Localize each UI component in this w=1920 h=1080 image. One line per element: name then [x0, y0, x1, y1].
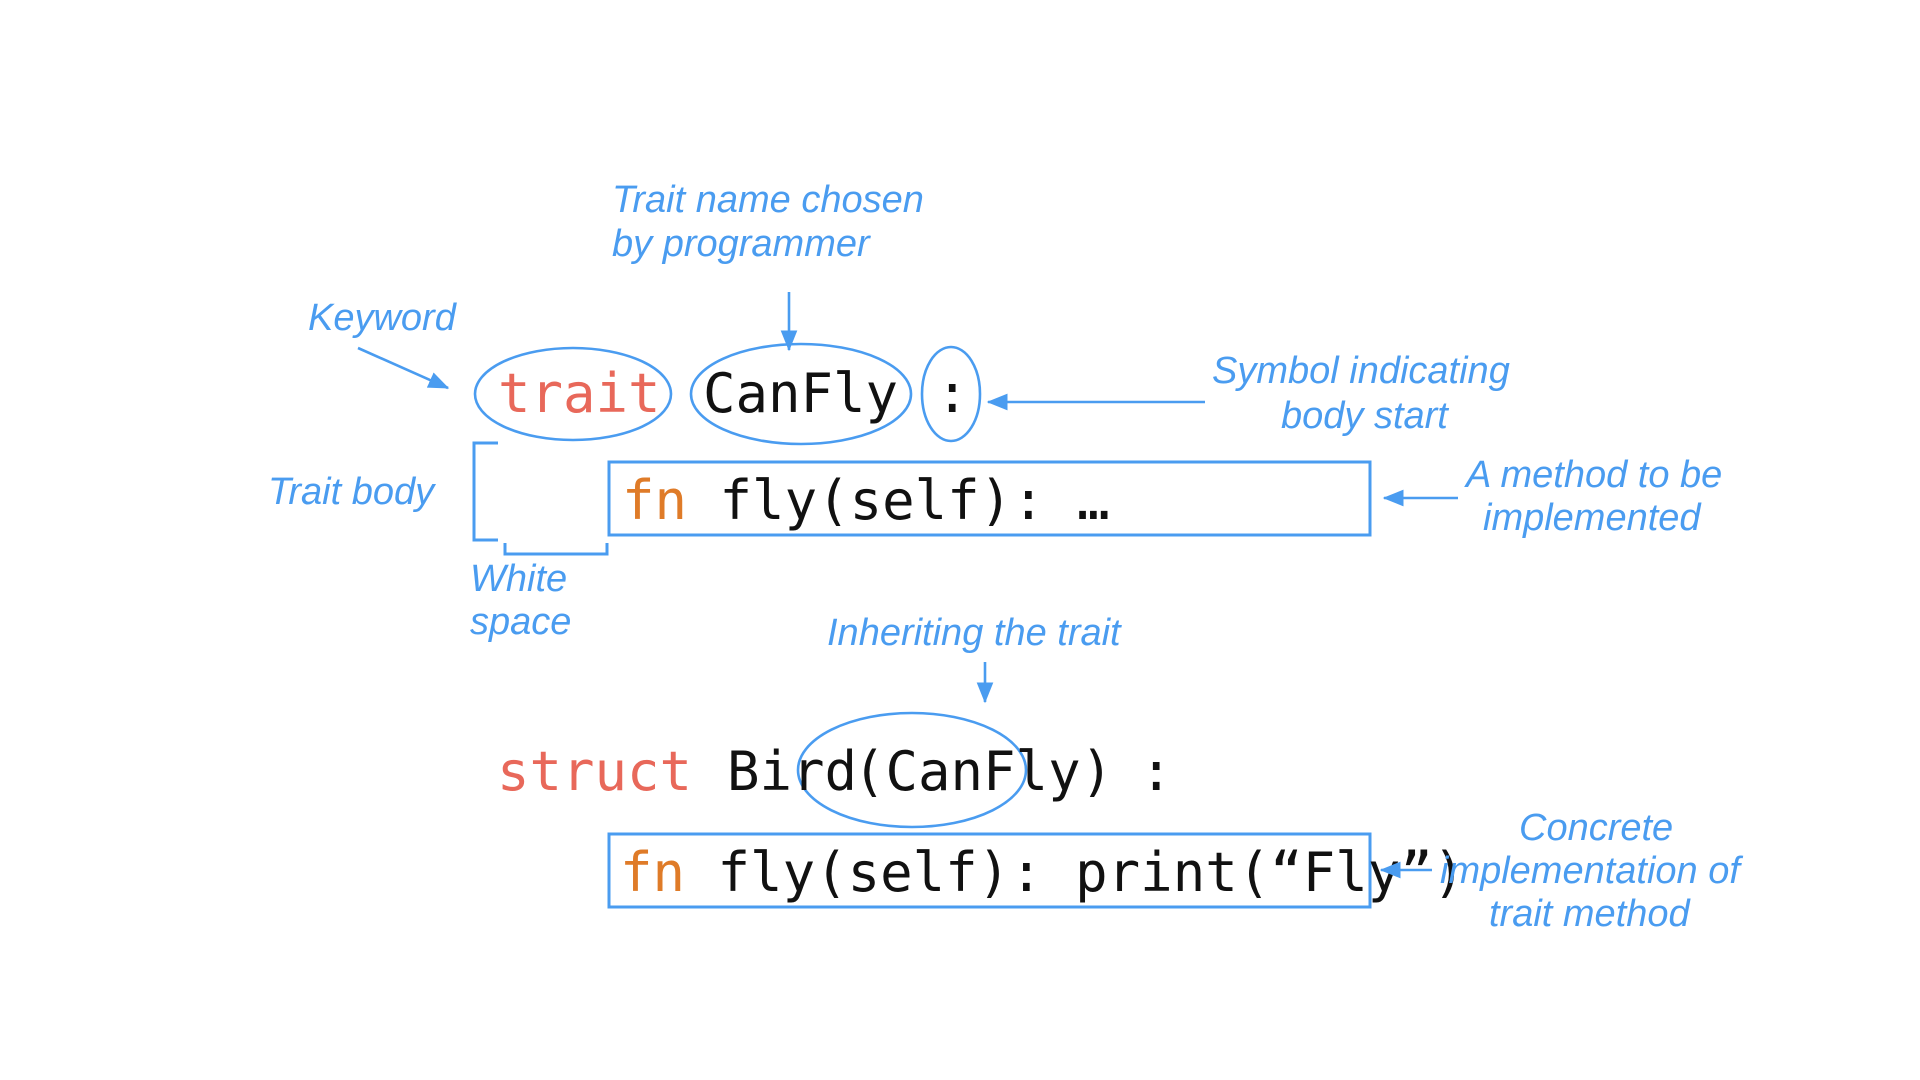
trait-body-bracket	[472, 441, 498, 542]
annotation-concrete-line1: Concrete	[1519, 807, 1673, 849]
diagram-canvas: Keyword Trait name chosen by programmer …	[0, 0, 1920, 1080]
annotation-method-line1: A method to be	[1464, 454, 1722, 496]
annotation-keyword: Keyword	[308, 297, 458, 339]
annotation-inheriting: Inheriting the trait	[827, 612, 1122, 654]
code-struct-method: fn fly(self): print(“Fly”)	[620, 841, 1465, 904]
annotation-concrete-line3: trait method	[1489, 893, 1692, 935]
white-space-bracket	[503, 543, 609, 556]
code-struct-method-rest: fly(self): print(“Fly”)	[685, 841, 1465, 904]
annotation-trait-name-line2: by programmer	[612, 223, 871, 265]
code-trait-colon: :	[936, 362, 969, 425]
code-struct-name: Bird	[727, 740, 857, 803]
code-struct-parens: (CanFly)	[853, 740, 1113, 803]
annotation-white-space-line1: White	[470, 558, 567, 600]
code-trait-method: fn fly(self): …	[622, 469, 1110, 532]
code-struct-keyword: struct	[497, 740, 692, 803]
annotation-trait-body: Trait body	[268, 471, 436, 513]
code-struct-fn-keyword: fn	[620, 841, 685, 904]
code-trait-fn-keyword: fn	[622, 469, 687, 532]
annotation-method-line2: implemented	[1483, 497, 1702, 539]
annotation-white-space-line2: space	[470, 601, 571, 643]
code-trait-keyword: trait	[498, 362, 661, 425]
code-trait-name: CanFly	[703, 362, 898, 425]
code-trait-method-rest: fly(self): …	[687, 469, 1110, 532]
keyword-arrow	[357, 346, 450, 390]
annotation-symbol-line2: body start	[1281, 395, 1449, 437]
annotation-symbol-line1: Symbol indicating	[1212, 350, 1510, 392]
code-struct-colon: :	[1140, 740, 1173, 803]
annotation-trait-name-line1: Trait name chosen	[612, 179, 924, 221]
annotation-concrete-line2: implementation of	[1440, 850, 1743, 892]
